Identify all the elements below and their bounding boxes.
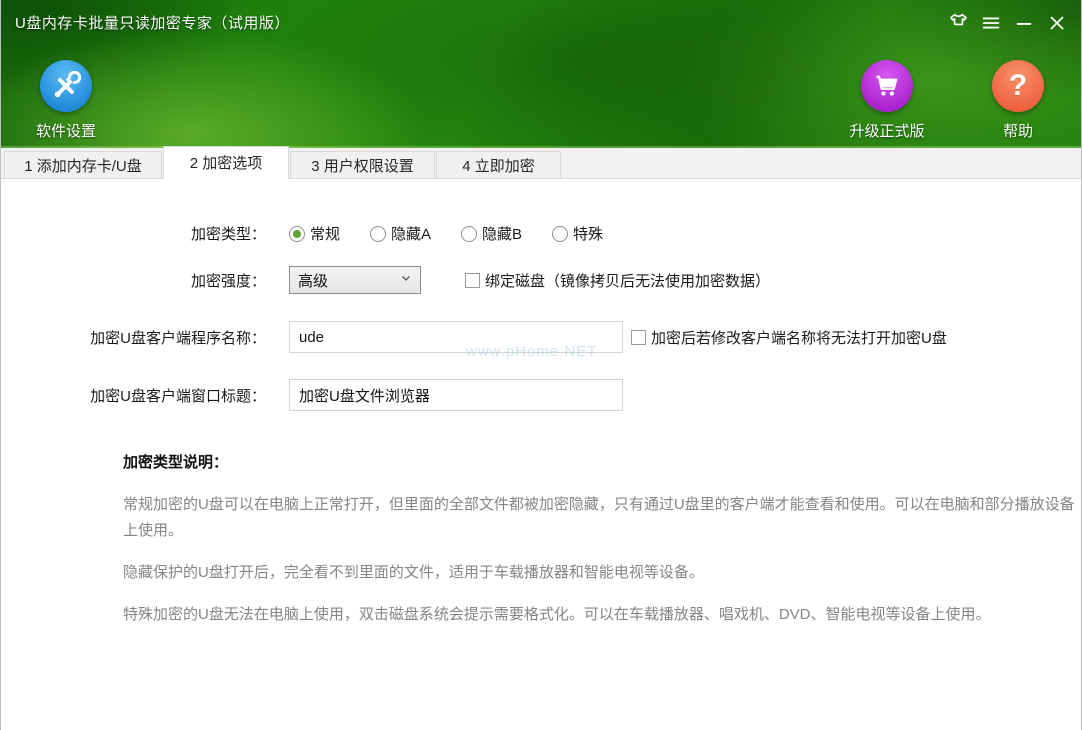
radio-hidden-a-circle[interactable]: [370, 226, 386, 242]
radio-special-label: 特殊: [573, 223, 603, 244]
skin-icon[interactable]: [944, 9, 972, 37]
upgrade-label: 升级正式版: [849, 120, 924, 141]
strength-select[interactable]: 高级: [289, 266, 421, 294]
tools-icon: [40, 60, 92, 112]
client-window-title-input[interactable]: [289, 379, 623, 411]
tab-bar: 1 添加内存卡/U盘 2 加密选项 3 用户权限设置 4 立即加密: [1, 148, 1081, 179]
minimize-icon[interactable]: [1010, 9, 1038, 37]
upgrade-button[interactable]: 升级正式版: [830, 60, 944, 141]
close-icon[interactable]: [1043, 9, 1071, 37]
tab-encrypt-now[interactable]: 4 立即加密: [436, 151, 561, 178]
rename-warning-checkbox-label: 加密后若修改客户端名称将无法打开加密U盘: [651, 327, 947, 348]
bind-disk-checkbox-label: 绑定磁盘（镜像拷贝后无法使用加密数据）: [485, 270, 770, 291]
tab-encrypt-options[interactable]: 2 加密选项: [163, 146, 289, 179]
rename-warning-checkbox[interactable]: 加密后若修改客户端名称将无法打开加密U盘: [631, 327, 947, 348]
rename-warning-checkbox-box[interactable]: [631, 330, 646, 345]
menu-icon[interactable]: [977, 9, 1005, 37]
client-name-field: 加密后若修改客户端名称将无法打开加密U盘: [289, 321, 947, 353]
encrypt-type-description: 加密类型说明： 常规加密的U盘可以在电脑上正常打开，但里面的全部文件都被加密隐藏…: [123, 451, 1075, 628]
description-paragraph-special: 特殊加密的U盘无法在电脑上使用，双击磁盘系统会提示需要格式化。可以在车载播放器、…: [123, 602, 1075, 628]
encrypt-type-options: 常规 隐藏A 隐藏B 特殊: [289, 223, 633, 244]
client-window-title-field: [289, 379, 623, 411]
software-settings-label: 软件设置: [36, 120, 96, 141]
radio-hidden-b-label: 隐藏B: [482, 223, 522, 244]
app-header: U盘内存卡批量只读加密专家（试用版）: [1, 0, 1081, 148]
radio-special-circle[interactable]: [552, 226, 568, 242]
description-heading: 加密类型说明：: [123, 451, 1075, 472]
radio-hidden-b-circle[interactable]: [461, 226, 477, 242]
radio-normal[interactable]: 常规: [289, 223, 340, 244]
window-controls: [944, 9, 1071, 37]
software-settings-button[interactable]: 软件设置: [15, 60, 117, 141]
radio-hidden-b[interactable]: 隐藏B: [461, 223, 522, 244]
help-button[interactable]: ? 帮助: [986, 60, 1050, 141]
client-name-label: 加密U盘客户端程序名称：: [1, 327, 266, 348]
bind-disk-checkbox-box[interactable]: [465, 273, 480, 288]
encrypt-type-label: 加密类型：: [1, 223, 266, 244]
tab-panel-encrypt-options: 加密类型： 常规 隐藏A 隐藏B 特殊: [1, 179, 1081, 730]
question-glyph: ?: [1009, 71, 1027, 101]
titlebar: U盘内存卡批量只读加密专家（试用版）: [1, 0, 1081, 45]
radio-hidden-a-label: 隐藏A: [391, 223, 431, 244]
client-window-title-row: 加密U盘客户端窗口标题：: [1, 379, 1081, 411]
radio-special[interactable]: 特殊: [552, 223, 603, 244]
description-paragraph-normal: 常规加密的U盘可以在电脑上正常打开，但里面的全部文件都被加密隐藏，只有通过U盘里…: [123, 492, 1075, 544]
encrypt-type-row: 加密类型： 常规 隐藏A 隐藏B 特殊: [1, 223, 1081, 244]
radio-hidden-a[interactable]: 隐藏A: [370, 223, 431, 244]
radio-normal-circle[interactable]: [289, 226, 305, 242]
tab-user-permissions[interactable]: 3 用户权限设置: [290, 151, 435, 178]
client-name-row: 加密U盘客户端程序名称： 加密后若修改客户端名称将无法打开加密U盘: [1, 321, 1081, 353]
chevron-down-icon: [400, 271, 412, 289]
encrypt-strength-label: 加密强度：: [1, 270, 266, 291]
window-title: U盘内存卡批量只读加密专家（试用版）: [15, 12, 290, 33]
client-window-title-label: 加密U盘客户端窗口标题：: [1, 385, 266, 406]
radio-normal-label: 常规: [310, 223, 340, 244]
shopping-cart-icon: [861, 60, 913, 112]
help-label: 帮助: [1003, 120, 1033, 141]
encrypt-strength-row: 加密强度： 高级 绑定磁盘（镜像拷贝后无法使用加密数据）: [1, 266, 1081, 294]
client-name-input[interactable]: [289, 321, 623, 353]
strength-selected-value: 高级: [298, 270, 400, 291]
tab-add-device[interactable]: 1 添加内存卡/U盘: [4, 151, 162, 178]
description-paragraph-hidden: 隐藏保护的U盘打开后，完全看不到里面的文件，适用于车载播放器和智能电视等设备。: [123, 560, 1075, 586]
bind-disk-checkbox[interactable]: 绑定磁盘（镜像拷贝后无法使用加密数据）: [465, 270, 770, 291]
encrypt-strength-field: 高级 绑定磁盘（镜像拷贝后无法使用加密数据）: [289, 266, 770, 294]
question-mark-icon: ?: [992, 60, 1044, 112]
app-window: U盘内存卡批量只读加密专家（试用版）: [0, 0, 1082, 730]
